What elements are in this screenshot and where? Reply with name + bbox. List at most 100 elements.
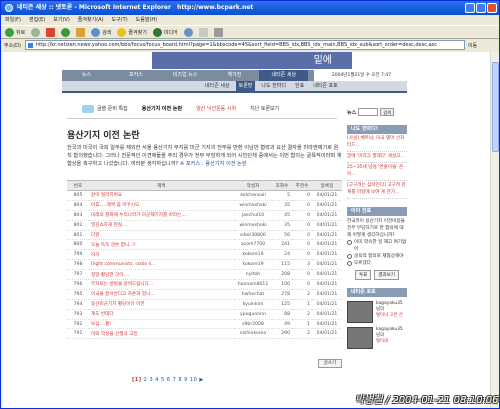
- photo-thumbnail[interactable]: [347, 327, 373, 349]
- page-link[interactable]: 8: [178, 377, 182, 383]
- refresh-button[interactable]: [61, 27, 71, 37]
- topic-yongsan[interactable]: 용산기지 이전 논란: [142, 104, 182, 114]
- nav-news[interactable]: 뉴스: [62, 70, 111, 81]
- post-title[interactable]: 이와 작성을 선행곡 고민: [89, 328, 234, 340]
- post-title[interactable]: [light communists, radio li...: [89, 259, 234, 271]
- table-row[interactable]: 799 허허 kokore19 24 0 04/01/21: [67, 249, 342, 261]
- tab-netizen-world[interactable]: 네티즌 세상: [202, 81, 233, 91]
- news-search-input[interactable]: [358, 108, 379, 116]
- page-link[interactable]: 7: [173, 377, 177, 383]
- photo-thumbnail[interactable]: [347, 301, 373, 323]
- focus-link[interactable]: ※ 포커스 : 용산기지 이전 논란: [180, 161, 247, 167]
- table-row[interactable]: 803 미래의 평화에 누리나라가 미군재기지를 바라는.... jaechul10…: [67, 210, 342, 221]
- list-item[interactable]: 25~35세 남성 '연출이들' 은어...: [347, 163, 407, 181]
- page-link[interactable]: 9: [184, 377, 188, 383]
- menu-view[interactable]: 보기(V): [53, 15, 70, 25]
- favorites-button[interactable]: 즐겨찾기: [117, 27, 147, 37]
- menu-tools[interactable]: 도구(T): [112, 15, 128, 25]
- post-title[interactable]: 다뭔: [89, 230, 234, 241]
- table-row[interactable]: 791 이와 작성을 선행곡 고민 nishinkorea 290 2 04/01/21: [67, 328, 342, 340]
- table-row[interactable]: 798 [light communists, radio li... kokore1…: [67, 259, 342, 271]
- list-item[interactable]: [고구려는 삼마진다] 고구려 관계를 미렁에 보여 게 관가...: [347, 181, 407, 199]
- vertical-scrollbar[interactable]: [490, 52, 499, 408]
- nav-bizup[interactable]: 비즈업 뉴스: [161, 70, 210, 81]
- nav-focus[interactable]: 포커스: [111, 70, 160, 81]
- history-button[interactable]: [183, 27, 193, 37]
- stop-button[interactable]: [46, 27, 56, 37]
- table-row[interactable]: 804 아휴.....제목 좀 바꾸시오. winmoshoki 35 0 04/01/2…: [67, 200, 342, 211]
- list-item[interactable]: 꿈에 '미리크 필레다' 세살고...: [347, 152, 407, 163]
- post-title[interactable]: 아휴.....제목 좀 바꾸시오.: [89, 200, 234, 211]
- page-link[interactable]: 2: [144, 377, 148, 383]
- page-link[interactable]: 4: [155, 377, 159, 383]
- topic-campaign[interactable]: 양산 낙선운동 시위: [196, 104, 236, 114]
- post-title[interactable]: 부자되는 방법을 알려드립니다...: [89, 279, 234, 290]
- page-current[interactable]: [1]: [132, 377, 142, 383]
- post-title[interactable]: 같이 힐러지버요: [89, 190, 234, 201]
- results-button[interactable]: 결과보기: [374, 270, 399, 280]
- search-button[interactable]: 검색: [91, 27, 111, 37]
- menu-edit[interactable]: 편집(E): [29, 15, 45, 25]
- write-button[interactable]: 글쓰기: [318, 359, 342, 368]
- poll-option[interactable]: 모르겠다: [347, 260, 407, 267]
- page-link[interactable]: 3: [149, 377, 153, 383]
- topic-archive[interactable]: 지난 토론보기: [250, 104, 279, 114]
- home-button[interactable]: [76, 27, 86, 37]
- scrollbar-thumb[interactable]: [492, 62, 499, 152]
- photo-caption[interactable]: 벌이녀 고른 은: [376, 313, 403, 319]
- table-row[interactable]: 802 밀감쇼차게 현실.... winmoshoki 35 0 04/01/21: [67, 220, 342, 231]
- table-row[interactable]: 805 같이 힐러지버요 zelchensail 5 0 04/01/21: [67, 190, 342, 201]
- radio-button[interactable]: [347, 240, 352, 245]
- post-title[interactable]: 계도 반대다: [89, 309, 234, 320]
- print-button[interactable]: [213, 27, 223, 37]
- page-link[interactable]: 6: [167, 377, 171, 383]
- next-page-arrow[interactable]: ▶: [199, 377, 203, 383]
- tab-debate[interactable]: 토론방: [235, 81, 256, 91]
- address-input[interactable]: http://kr.netizen.news.yahoo.com/bbs/foc…: [24, 40, 465, 50]
- tab-hanmadi[interactable]: 나도 한마디: [258, 81, 289, 91]
- news-search-button[interactable]: 검색: [380, 108, 395, 116]
- table-row[interactable]: 800 오늘 똑똑 글쓴 합니..!! acom7700 241 0 04/01/21: [67, 239, 342, 251]
- go-button[interactable]: 이동: [468, 42, 477, 49]
- radio-button[interactable]: [347, 261, 352, 266]
- tab-poll[interactable]: 한표: [292, 81, 307, 91]
- table-row[interactable]: 797 정말 황당한 것이.... nyltoh 208 0 04/01/21: [67, 269, 342, 281]
- table-row[interactable]: 794 용산미군기지 황당이유 이전 kyuinkim 125 1 04/01/21: [67, 299, 342, 310]
- post-title[interactable]: 미국을 끌어안다고 자존과 있나...: [89, 289, 234, 300]
- back-button[interactable]: 뒤로: [5, 27, 25, 37]
- mail-button[interactable]: [198, 27, 208, 37]
- nav-netizen[interactable]: 네티즌 세상: [259, 70, 309, 81]
- page-link[interactable]: 5: [161, 377, 165, 383]
- radio-button[interactable]: [347, 254, 352, 259]
- table-row[interactable]: 801 다뭔 siber30800 56 0 04/01/21: [67, 230, 342, 241]
- post-title[interactable]: 밀감쇼차게 현실....: [89, 220, 234, 231]
- table-row[interactable]: 795 미국을 끌어안다고 자존과 있나... hwhechat 278 2 04/01/…: [67, 289, 342, 300]
- photo-item[interactable]: kagayaku35 님의 벌이녀 고른 은: [347, 301, 407, 323]
- maximize-button[interactable]: [476, 3, 486, 13]
- table-row[interactable]: 793 계도 반대다 ypugunnnn 88 2 04/01/21: [67, 309, 342, 320]
- page-link[interactable]: 10: [190, 377, 197, 383]
- tab-photo[interactable]: 네티즌 포토: [310, 81, 341, 91]
- post-title[interactable]: 오늘 똑똑 글쓴 합니..!!: [89, 239, 234, 251]
- topic-special[interactable]: 글쓸 준비 특집: [82, 104, 128, 114]
- table-row[interactable]: 796 부자되는 방법을 알려드립니다... hannam8011 100 0 04/01…: [67, 279, 342, 290]
- list-item[interactable]: [사설] 베트남, 미국 별아 선처터드...: [347, 134, 407, 152]
- post-title[interactable]: 정말 황당한 것이....: [89, 269, 234, 281]
- menu-help[interactable]: 도움말(H): [136, 15, 157, 25]
- poll-option[interactable]: 이미 약속한 일 재고 여기없어: [347, 239, 407, 253]
- post-title[interactable]: 용산미군기지 황당이유 이전: [89, 299, 234, 310]
- table-row[interactable]: 792 보심....활! s9br2008 49 1 04/01/21: [67, 319, 342, 330]
- close-button[interactable]: [487, 3, 497, 13]
- top-banner[interactable]: 밑에: [152, 52, 352, 69]
- menu-file[interactable]: 파일(F): [5, 15, 21, 25]
- poll-option[interactable]: 굴욕적 합의로 재협상해야: [347, 253, 407, 260]
- post-title[interactable]: 미래의 평화에 누리나라가 미군재기지를 바라는....: [89, 210, 234, 221]
- photo-caption[interactable]: 벌이네: [376, 339, 403, 345]
- menu-favorites[interactable]: 즐겨찾기(A): [78, 15, 104, 25]
- minimize-button[interactable]: [465, 3, 475, 13]
- vote-button[interactable]: 투표: [355, 270, 372, 280]
- photo-item[interactable]: kagayaku35 님의 벌이네: [347, 327, 407, 349]
- post-title[interactable]: 보심....활!: [89, 319, 234, 330]
- nav-home-appliance[interactable]: 헤가전: [210, 70, 259, 81]
- forward-button[interactable]: [31, 27, 41, 37]
